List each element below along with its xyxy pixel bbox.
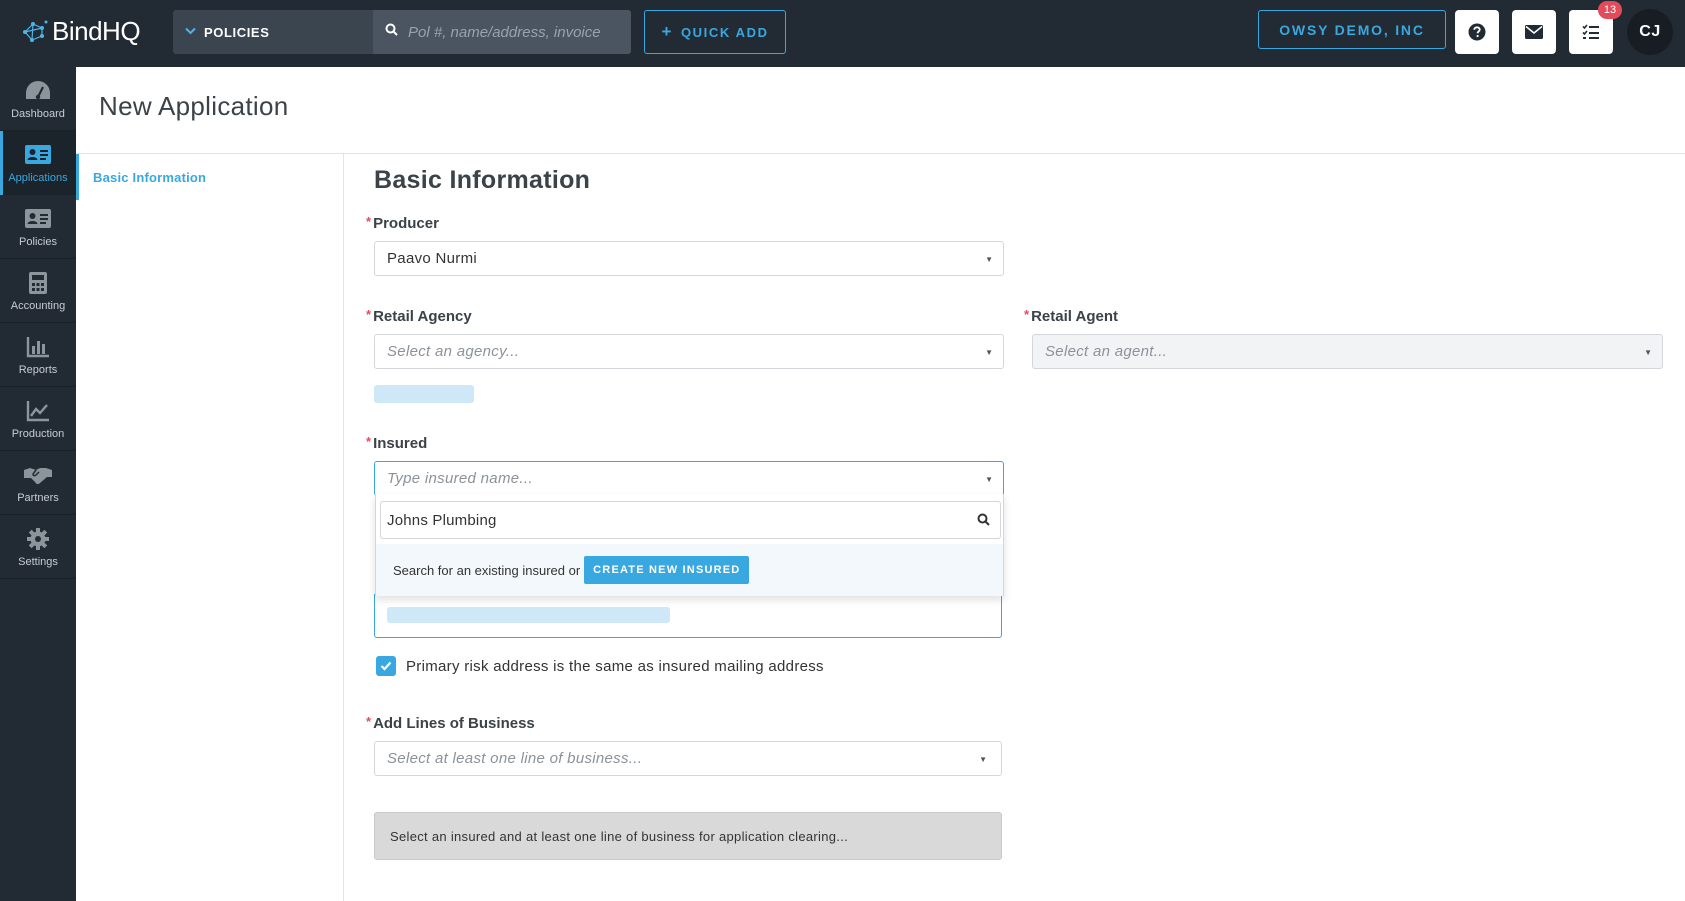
- page-title: New Application: [99, 91, 289, 121]
- insured-search-field[interactable]: [380, 501, 1001, 539]
- same-address-label[interactable]: Primary risk address is the same as insu…: [406, 658, 824, 675]
- required-marker: *: [366, 307, 372, 322]
- retail-agency-select[interactable]: Select an agency... ▼: [374, 334, 1004, 369]
- search-type-dropdown[interactable]: POLICIES: [173, 10, 373, 54]
- search-box[interactable]: [373, 10, 631, 54]
- production-icon: [26, 398, 50, 424]
- organization-button[interactable]: OWSY DEMO, INC: [1258, 10, 1446, 49]
- insured-address-box: [374, 594, 1002, 638]
- retail-agent-label-text: Retail Agent: [1031, 308, 1119, 325]
- retail-agent-placeholder: Select an agent...: [1045, 343, 1168, 360]
- sidebar-item-production[interactable]: Production: [0, 387, 76, 451]
- plus-icon: +: [661, 22, 673, 41]
- caret-down-icon: ▼: [1644, 348, 1652, 357]
- bindhq-logo[interactable]: BindHQ: [22, 16, 141, 47]
- sidebar-item-label: Accounting: [10, 299, 66, 312]
- settings-icon: [26, 526, 50, 552]
- quick-add-button[interactable]: + QUICK ADD: [644, 10, 786, 54]
- search-type-label: POLICIES: [204, 24, 270, 40]
- search-icon: [977, 513, 990, 531]
- insured-search-hint: Search for an existing insured or: [393, 562, 581, 578]
- required-marker: *: [366, 214, 372, 229]
- lines-of-business-label-text: Add Lines of Business: [373, 715, 535, 732]
- partners-icon: [23, 462, 53, 488]
- sidebar-item-reports[interactable]: Reports: [0, 323, 76, 387]
- loading-placeholder: [387, 607, 670, 623]
- help-button[interactable]: [1455, 10, 1499, 54]
- application-clearing-message: Select an insured and at least one line …: [374, 812, 1002, 860]
- envelope-icon: [1525, 25, 1543, 39]
- sidebar-item-dashboard[interactable]: Dashboard: [0, 67, 76, 131]
- sidebar-item-label: Reports: [18, 363, 58, 376]
- sidebar-item-label: Settings: [18, 555, 58, 568]
- loading-placeholder: [374, 385, 474, 403]
- search-icon: [385, 23, 398, 41]
- clearing-message-text: Select an insured and at least one line …: [390, 828, 849, 844]
- caret-down-icon: ▼: [985, 475, 993, 484]
- search-input[interactable]: [408, 23, 618, 41]
- same-address-checkbox[interactable]: [376, 656, 396, 676]
- caret-down-icon: ▼: [985, 348, 993, 357]
- required-marker: *: [366, 714, 372, 729]
- insured-label: * Insured: [366, 434, 428, 452]
- accounting-icon: [28, 270, 48, 296]
- subnav-item-basic-information[interactable]: Basic Information: [76, 154, 344, 200]
- tasks-checklist-icon: [1582, 24, 1599, 39]
- top-bar: BindHQ POLICIES + QUICK ADD OWSY DEMO, I…: [0, 0, 1685, 67]
- page-header: New Application: [76, 67, 1685, 154]
- caret-down-icon: ▼: [985, 255, 993, 264]
- create-new-insured-button[interactable]: CREATE NEW INSURED: [584, 556, 750, 584]
- lines-of-business-select[interactable]: Select at least one line of business... …: [374, 741, 1002, 776]
- producer-select[interactable]: Paavo Nurmi ▼: [374, 241, 1004, 276]
- lines-of-business-label: * Add Lines of Business: [366, 714, 535, 732]
- sidebar-item-partners[interactable]: Partners: [0, 451, 76, 515]
- producer-value: Paavo Nurmi: [387, 250, 477, 267]
- policies-icon: [24, 206, 52, 232]
- insured-placeholder: Type insured name...: [387, 470, 533, 487]
- insured-dropdown: Search for an existing insured or CREATE…: [375, 494, 1004, 596]
- insured-select[interactable]: Type insured name... ▼: [374, 461, 1004, 496]
- section-title: Basic Information: [374, 166, 591, 194]
- notification-badge: 13: [1598, 1, 1622, 19]
- applications-icon: [24, 142, 52, 168]
- caret-down-icon: ▼: [979, 755, 987, 764]
- retail-agent-select[interactable]: Select an agent... ▼: [1032, 334, 1663, 369]
- retail-agency-placeholder: Select an agency...: [387, 343, 520, 360]
- retail-agency-label: * Retail Agency: [366, 307, 472, 325]
- same-address-row: Primary risk address is the same as insu…: [376, 656, 824, 676]
- sidebar-item-policies[interactable]: Policies: [0, 195, 76, 259]
- insured-search-hint-row: Search for an existing insured or CREATE…: [376, 544, 1003, 596]
- insured-search-input[interactable]: [387, 511, 947, 529]
- messages-button[interactable]: [1512, 10, 1556, 54]
- dashboard-icon: [25, 78, 51, 104]
- reports-icon: [26, 334, 50, 360]
- retail-agent-label: * Retail Agent: [1024, 307, 1119, 325]
- section-subnav: Basic Information: [76, 154, 344, 901]
- global-search: POLICIES: [173, 10, 631, 54]
- sidebar-item-accounting[interactable]: Accounting: [0, 259, 76, 323]
- sidebar-item-label: Partners: [17, 491, 59, 504]
- sidebar-item-label: Production: [11, 427, 65, 440]
- required-marker: *: [366, 434, 372, 449]
- sidebar-item-label: Dashboard: [11, 107, 65, 120]
- logo-icon: [23, 20, 48, 42]
- sidebar-item-settings[interactable]: Settings: [0, 515, 76, 579]
- sidebar-item-applications[interactable]: Applications: [0, 131, 76, 195]
- sidebar-item-label: Applications: [8, 171, 68, 184]
- producer-label-text: Producer: [373, 215, 439, 232]
- quick-add-label: QUICK ADD: [680, 24, 769, 40]
- user-avatar[interactable]: CJ: [1627, 9, 1673, 55]
- sidebar-nav: Dashboard Applications Policies Accounti…: [0, 67, 76, 901]
- lines-of-business-placeholder: Select at least one line of business...: [387, 750, 643, 767]
- retail-agency-label-text: Retail Agency: [373, 308, 472, 325]
- insured-label-text: Insured: [373, 435, 428, 452]
- checkmark-icon: [380, 661, 392, 671]
- producer-label: * Producer: [366, 214, 439, 232]
- required-marker: *: [1024, 307, 1030, 322]
- sidebar-item-label: Policies: [19, 235, 57, 248]
- chevron-down-icon: [185, 26, 196, 38]
- question-circle-icon: [1468, 23, 1486, 41]
- logo-text: BindHQ: [52, 16, 141, 46]
